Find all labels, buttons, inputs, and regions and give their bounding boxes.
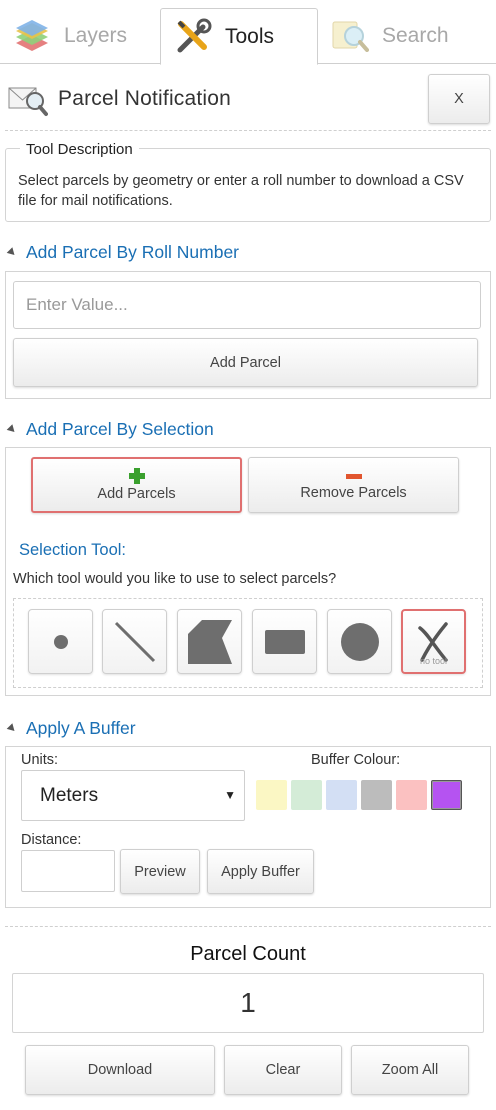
point-tool-button[interactable] (28, 609, 93, 674)
clear-button[interactable]: Clear (224, 1045, 342, 1095)
tab-tools[interactable]: Tools (160, 8, 318, 65)
layers-icon (16, 20, 48, 51)
apply-buffer-button[interactable]: Apply Buffer (207, 849, 314, 894)
units-select[interactable]: Meters ▼ (21, 770, 245, 821)
line-tool-button[interactable] (102, 609, 167, 674)
remove-parcels-button[interactable]: Remove Parcels (248, 457, 459, 513)
tool-description-box: Tool Description Select parcels by geome… (5, 141, 491, 222)
parcel-count-title: Parcel Count (190, 943, 306, 965)
selection-tool-hint: Which tool would you like to use to sele… (13, 571, 337, 587)
zoom-all-button[interactable]: Zoom All (351, 1045, 469, 1095)
buffer-heading: Apply A Buffer (26, 718, 136, 738)
roll-number-heading: Add Parcel By Roll Number (26, 242, 239, 262)
divider (5, 130, 491, 131)
search-icon (332, 21, 369, 52)
preview-button[interactable]: Preview (120, 849, 200, 894)
roll-number-section-toggle[interactable]: Add Parcel By Roll Number (6, 242, 239, 263)
colour-swatch-grey[interactable] (361, 780, 392, 810)
no-tool-button[interactable]: no tool (401, 609, 466, 674)
colour-swatch-purple[interactable] (431, 780, 462, 810)
tab-layers[interactable]: Layers (12, 8, 160, 64)
tab-search[interactable]: Search (330, 8, 490, 64)
rectangle-tool-button[interactable] (252, 609, 317, 674)
tools-icon (177, 18, 212, 52)
tab-search-label: Search (382, 24, 449, 47)
line-icon (114, 621, 155, 662)
tab-tools-label: Tools (225, 24, 275, 48)
parcel-count-value: 1 (12, 973, 484, 1033)
colour-swatch-blue[interactable] (326, 780, 357, 810)
dropdown-arrow-icon: ▼ (224, 788, 236, 802)
close-button[interactable]: X (428, 74, 490, 124)
circle-icon (340, 622, 379, 661)
units-label: Units: (21, 752, 59, 768)
add-parcel-button[interactable]: Add Parcel (13, 338, 478, 387)
colour-swatch-pink[interactable] (396, 780, 427, 810)
buffer-section-toggle[interactable]: Apply A Buffer (6, 718, 136, 739)
remove-parcels-label: Remove Parcels (300, 485, 407, 501)
tool-description-legend: Tool Description (20, 141, 139, 158)
point-icon (53, 634, 68, 649)
selection-tool-label: Selection Tool: (19, 541, 127, 559)
tab-layers-label: Layers (64, 24, 128, 47)
add-parcels-label: Add Parcels (97, 486, 176, 502)
buffer-colour-label: Buffer Colour: (311, 752, 401, 768)
polygon-icon (187, 619, 232, 664)
colour-swatch-green[interactable] (291, 780, 322, 810)
circle-tool-button[interactable] (327, 609, 392, 674)
distance-label: Distance: (21, 832, 82, 848)
add-parcels-button[interactable]: Add Parcels (31, 457, 242, 513)
collapse-triangle-icon (6, 723, 18, 734)
distance-input[interactable] (21, 850, 115, 892)
tab-bar: Layers Tools Search (0, 0, 496, 65)
colour-swatch-yellow[interactable] (256, 780, 287, 810)
minus-icon (345, 474, 362, 479)
selection-tool-grid: no tool (13, 598, 483, 688)
units-value: Meters (40, 784, 99, 806)
page-title: Parcel Notification (58, 87, 232, 110)
plus-icon (128, 468, 145, 484)
no-tool-label: no tool (419, 656, 448, 666)
roll-number-input[interactable] (13, 281, 481, 329)
selection-heading: Add Parcel By Selection (26, 419, 214, 439)
download-button[interactable]: Download (25, 1045, 215, 1095)
tool-description-text: Select parcels by geometry or enter a ro… (18, 173, 464, 209)
tool-header: Parcel Notification (8, 78, 231, 120)
collapse-triangle-icon (6, 424, 18, 435)
envelope-search-icon (8, 87, 48, 116)
polygon-tool-button[interactable] (177, 609, 242, 674)
collapse-triangle-icon (6, 247, 18, 258)
divider (5, 926, 491, 927)
selection-section-toggle[interactable]: Add Parcel By Selection (6, 419, 214, 440)
rectangle-icon (264, 629, 305, 654)
